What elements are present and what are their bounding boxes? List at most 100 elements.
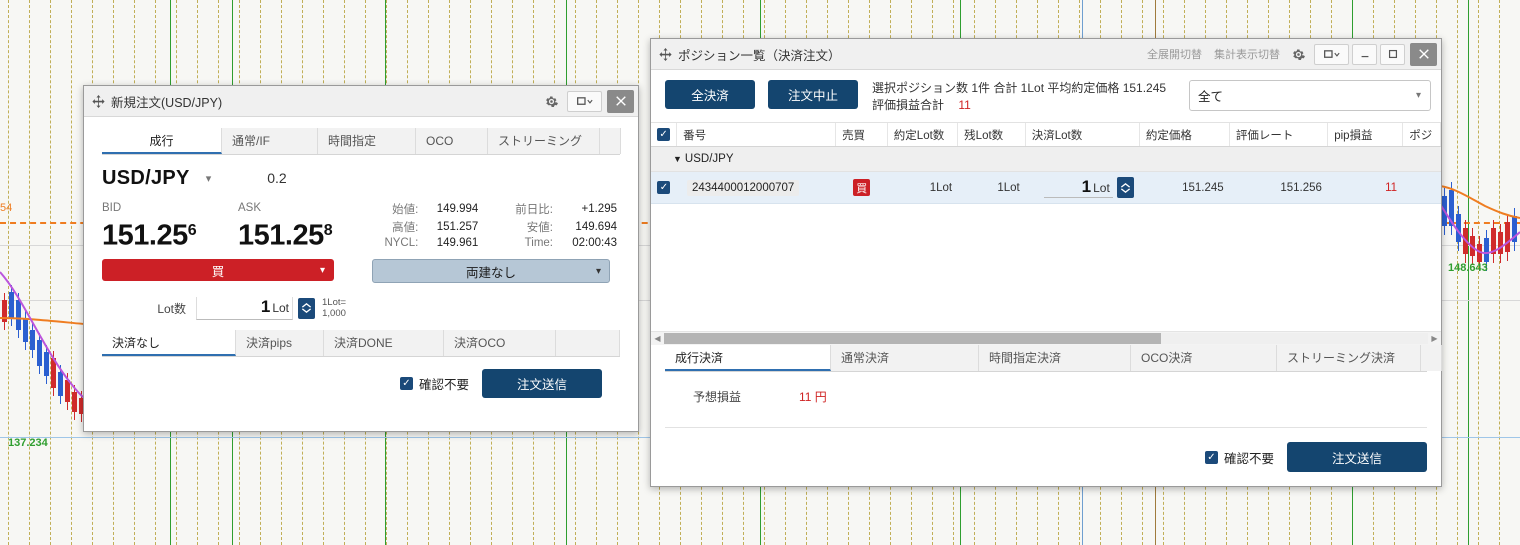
lot-input[interactable]: 1 Lot [196, 297, 293, 320]
tab-streaming[interactable]: ストリーミング [488, 128, 600, 154]
tab-tsujo-kessai[interactable]: 通常決済 [831, 345, 979, 371]
table-header-row: ✓ 番号 売買 約定Lot数 残Lot数 決済Lot数 約定価格 評価レート p… [651, 122, 1441, 147]
column-header-zan-lot[interactable]: 残Lot数 [958, 123, 1026, 146]
close-icon[interactable] [1410, 43, 1437, 66]
gear-icon[interactable] [1291, 47, 1306, 62]
order-footer: ✓ 確認不要 注文送信 [102, 357, 620, 398]
ask-label: ASK [238, 202, 261, 214]
table-row[interactable]: ✓ 2434400012000707 買 1Lot 1Lot 1 Lot 15 [651, 172, 1441, 204]
time-value: 02:00:43 [560, 236, 620, 250]
summary-pl-label: 評価損益合計 [872, 98, 944, 112]
expand-all-toggle[interactable]: 全展開切替 [1147, 46, 1202, 62]
submit-settlement-button[interactable]: 注文送信 [1287, 442, 1427, 472]
tab-jikan-kessai[interactable]: 時間指定決済 [979, 345, 1131, 371]
scroll-left-icon[interactable]: ◀ [651, 334, 664, 343]
position-filter-select[interactable]: 全て ▾ [1189, 80, 1431, 111]
lot-unit: Lot [272, 301, 289, 315]
submit-order-button[interactable]: 注文送信 [482, 369, 602, 398]
tab-streaming-kessai[interactable]: ストリーミング決済 [1277, 345, 1421, 371]
tab-seikou-kessai[interactable]: 成行決済 [665, 345, 831, 371]
cell-settle-lot[interactable]: 1 Lot [1026, 177, 1140, 198]
summary-pl-value: 11 [958, 98, 970, 112]
maximize-icon[interactable] [1380, 44, 1405, 65]
chevron-down-icon: ▾ [1416, 90, 1421, 101]
confirm-checkbox[interactable]: ✓ [1205, 451, 1218, 464]
gear-icon[interactable] [544, 94, 559, 109]
position-list-window[interactable]: ポジション一覧（決済注文） 全展開切替 集計表示切替 全決済 注文中止 選択ポジ… [650, 38, 1442, 487]
move-icon[interactable] [659, 48, 672, 61]
order-window-titlebar[interactable]: 新規注文(USD/JPY) [84, 86, 638, 117]
order-window-title: 新規注文(USD/JPY) [111, 92, 222, 111]
column-header-yakujo-kakaku[interactable]: 約定価格 [1140, 123, 1230, 146]
tab-seikou[interactable]: 成行 [102, 128, 222, 154]
open-label: 始値: [374, 200, 425, 218]
summary-line-2: 評価損益合計 11 [872, 97, 1189, 114]
position-footer: ✓ 確認不要 注文送信 [651, 428, 1441, 472]
tab-kessai-nashi[interactable]: 決済なし [102, 330, 236, 356]
position-filter-value: 全て [1198, 86, 1223, 105]
settle-lot-input[interactable]: 1 Lot [1044, 177, 1113, 198]
settlement-type-tabs[interactable]: 決済なし 決済pips 決済DONE 決済OCO [102, 330, 620, 357]
bid-price[interactable]: 151.256 [102, 216, 238, 251]
tab-kessai-done[interactable]: 決済DONE [324, 330, 444, 356]
cancel-order-button[interactable]: 注文中止 [768, 80, 858, 109]
select-all-header[interactable]: ✓ [651, 123, 677, 146]
column-header-hyoka-rate[interactable]: 評価レート [1230, 123, 1328, 146]
order-window-body: 成行 通常/IF 時間指定 OCO ストリーミング USD/JPY ▾ 0.2 … [84, 128, 638, 398]
spread-value: 0.2 [267, 170, 286, 186]
tab-oco-kessai[interactable]: OCO決済 [1131, 345, 1277, 371]
settlement-order-tabs[interactable]: 成行決済 通常決済 時間指定決済 OCO決済 ストリーミング決済 [665, 345, 1427, 372]
group-row-usdjpy[interactable]: ▼ USD/JPY [651, 147, 1441, 172]
row-checkbox[interactable]: ✓ [657, 181, 670, 194]
submit-settlement-label: 注文送信 [1332, 448, 1382, 467]
column-header-yakujo-lot[interactable]: 約定Lot数 [888, 123, 958, 146]
settle-all-button[interactable]: 全決済 [665, 80, 755, 109]
move-icon[interactable] [92, 95, 105, 108]
chevron-down-icon[interactable]: ▾ [206, 172, 212, 185]
column-header-pip-pl[interactable]: pip損益 [1328, 123, 1403, 146]
tab-jikan-shitei[interactable]: 時間指定 [318, 128, 416, 154]
lot-row: Lot数 1 Lot 1Lot= 1,000 [102, 295, 620, 321]
group-label: USD/JPY [685, 153, 734, 165]
quote-values: 151.256 151.258 [102, 216, 374, 251]
column-header-kessai-lot[interactable]: 決済Lot数 [1026, 123, 1140, 146]
scrollbar-thumb[interactable] [664, 333, 1161, 344]
lot-stepper[interactable] [298, 298, 315, 319]
position-toolbar: 全決済 注文中止 選択ポジション数 1件 合計 1Lot 平均約定価格 151.… [651, 70, 1441, 122]
position-summary: 選択ポジション数 1件 合計 1Lot 平均約定価格 151.245 評価損益合… [872, 80, 1189, 114]
order-type-tabs[interactable]: 成行 通常/IF 時間指定 OCO ストリーミング [102, 128, 620, 155]
new-order-window[interactable]: 新規注文(USD/JPY) 成行 通常/IF 時間指定 OCO ストリーミング … [83, 85, 639, 432]
column-header-baibai[interactable]: 売買 [836, 123, 888, 146]
group-caret-icon[interactable]: ▼ [673, 154, 682, 164]
ask-price[interactable]: 151.258 [238, 216, 374, 251]
minimize-icon[interactable] [1352, 44, 1377, 65]
aggregate-view-toggle[interactable]: 集計表示切替 [1214, 46, 1280, 62]
lot-note: 1Lot= 1,000 [322, 297, 346, 319]
tab-kessai-oco[interactable]: 決済OCO [444, 330, 556, 356]
row-select-cell[interactable]: ✓ [651, 181, 677, 194]
tab-tsujo-if[interactable]: 通常/IF [222, 128, 318, 154]
column-header-bango[interactable]: 番号 [677, 123, 836, 146]
layout-dropdown-icon[interactable] [1314, 44, 1349, 65]
close-icon[interactable] [607, 90, 634, 113]
layout-dropdown-icon[interactable] [567, 91, 602, 112]
position-window-titlebar[interactable]: ポジション一覧（決済注文） 全展開切替 集計表示切替 [651, 39, 1441, 70]
scroll-right-icon[interactable]: ▶ [1428, 334, 1441, 343]
chart-price-label-edge: 54 [0, 202, 12, 214]
tab-kessai-pips[interactable]: 決済pips [236, 330, 324, 356]
confirm-checkbox[interactable]: ✓ [400, 377, 413, 390]
ask-price-pip: 8 [324, 222, 333, 239]
column-header-position[interactable]: ポジ [1403, 123, 1441, 146]
bid-price-main: 151.25 [102, 219, 188, 251]
settle-lot-stepper[interactable] [1117, 177, 1134, 198]
low-label: 安値: [481, 218, 560, 236]
hedge-select[interactable]: 両建なし ▾ [372, 259, 610, 283]
scrollbar-track[interactable] [664, 333, 1428, 344]
buy-sell-dropdown[interactable]: 買 ▾ [102, 259, 334, 281]
expected-pl-row: 予想損益 11 円 [651, 372, 1441, 405]
horizontal-scrollbar[interactable]: ◀ ▶ [651, 331, 1441, 345]
lot-note-line2: 1,000 [322, 308, 346, 319]
tab-oco[interactable]: OCO [416, 128, 488, 154]
select-all-checkbox[interactable]: ✓ [657, 128, 670, 141]
settle-all-label: 全決済 [691, 85, 729, 104]
